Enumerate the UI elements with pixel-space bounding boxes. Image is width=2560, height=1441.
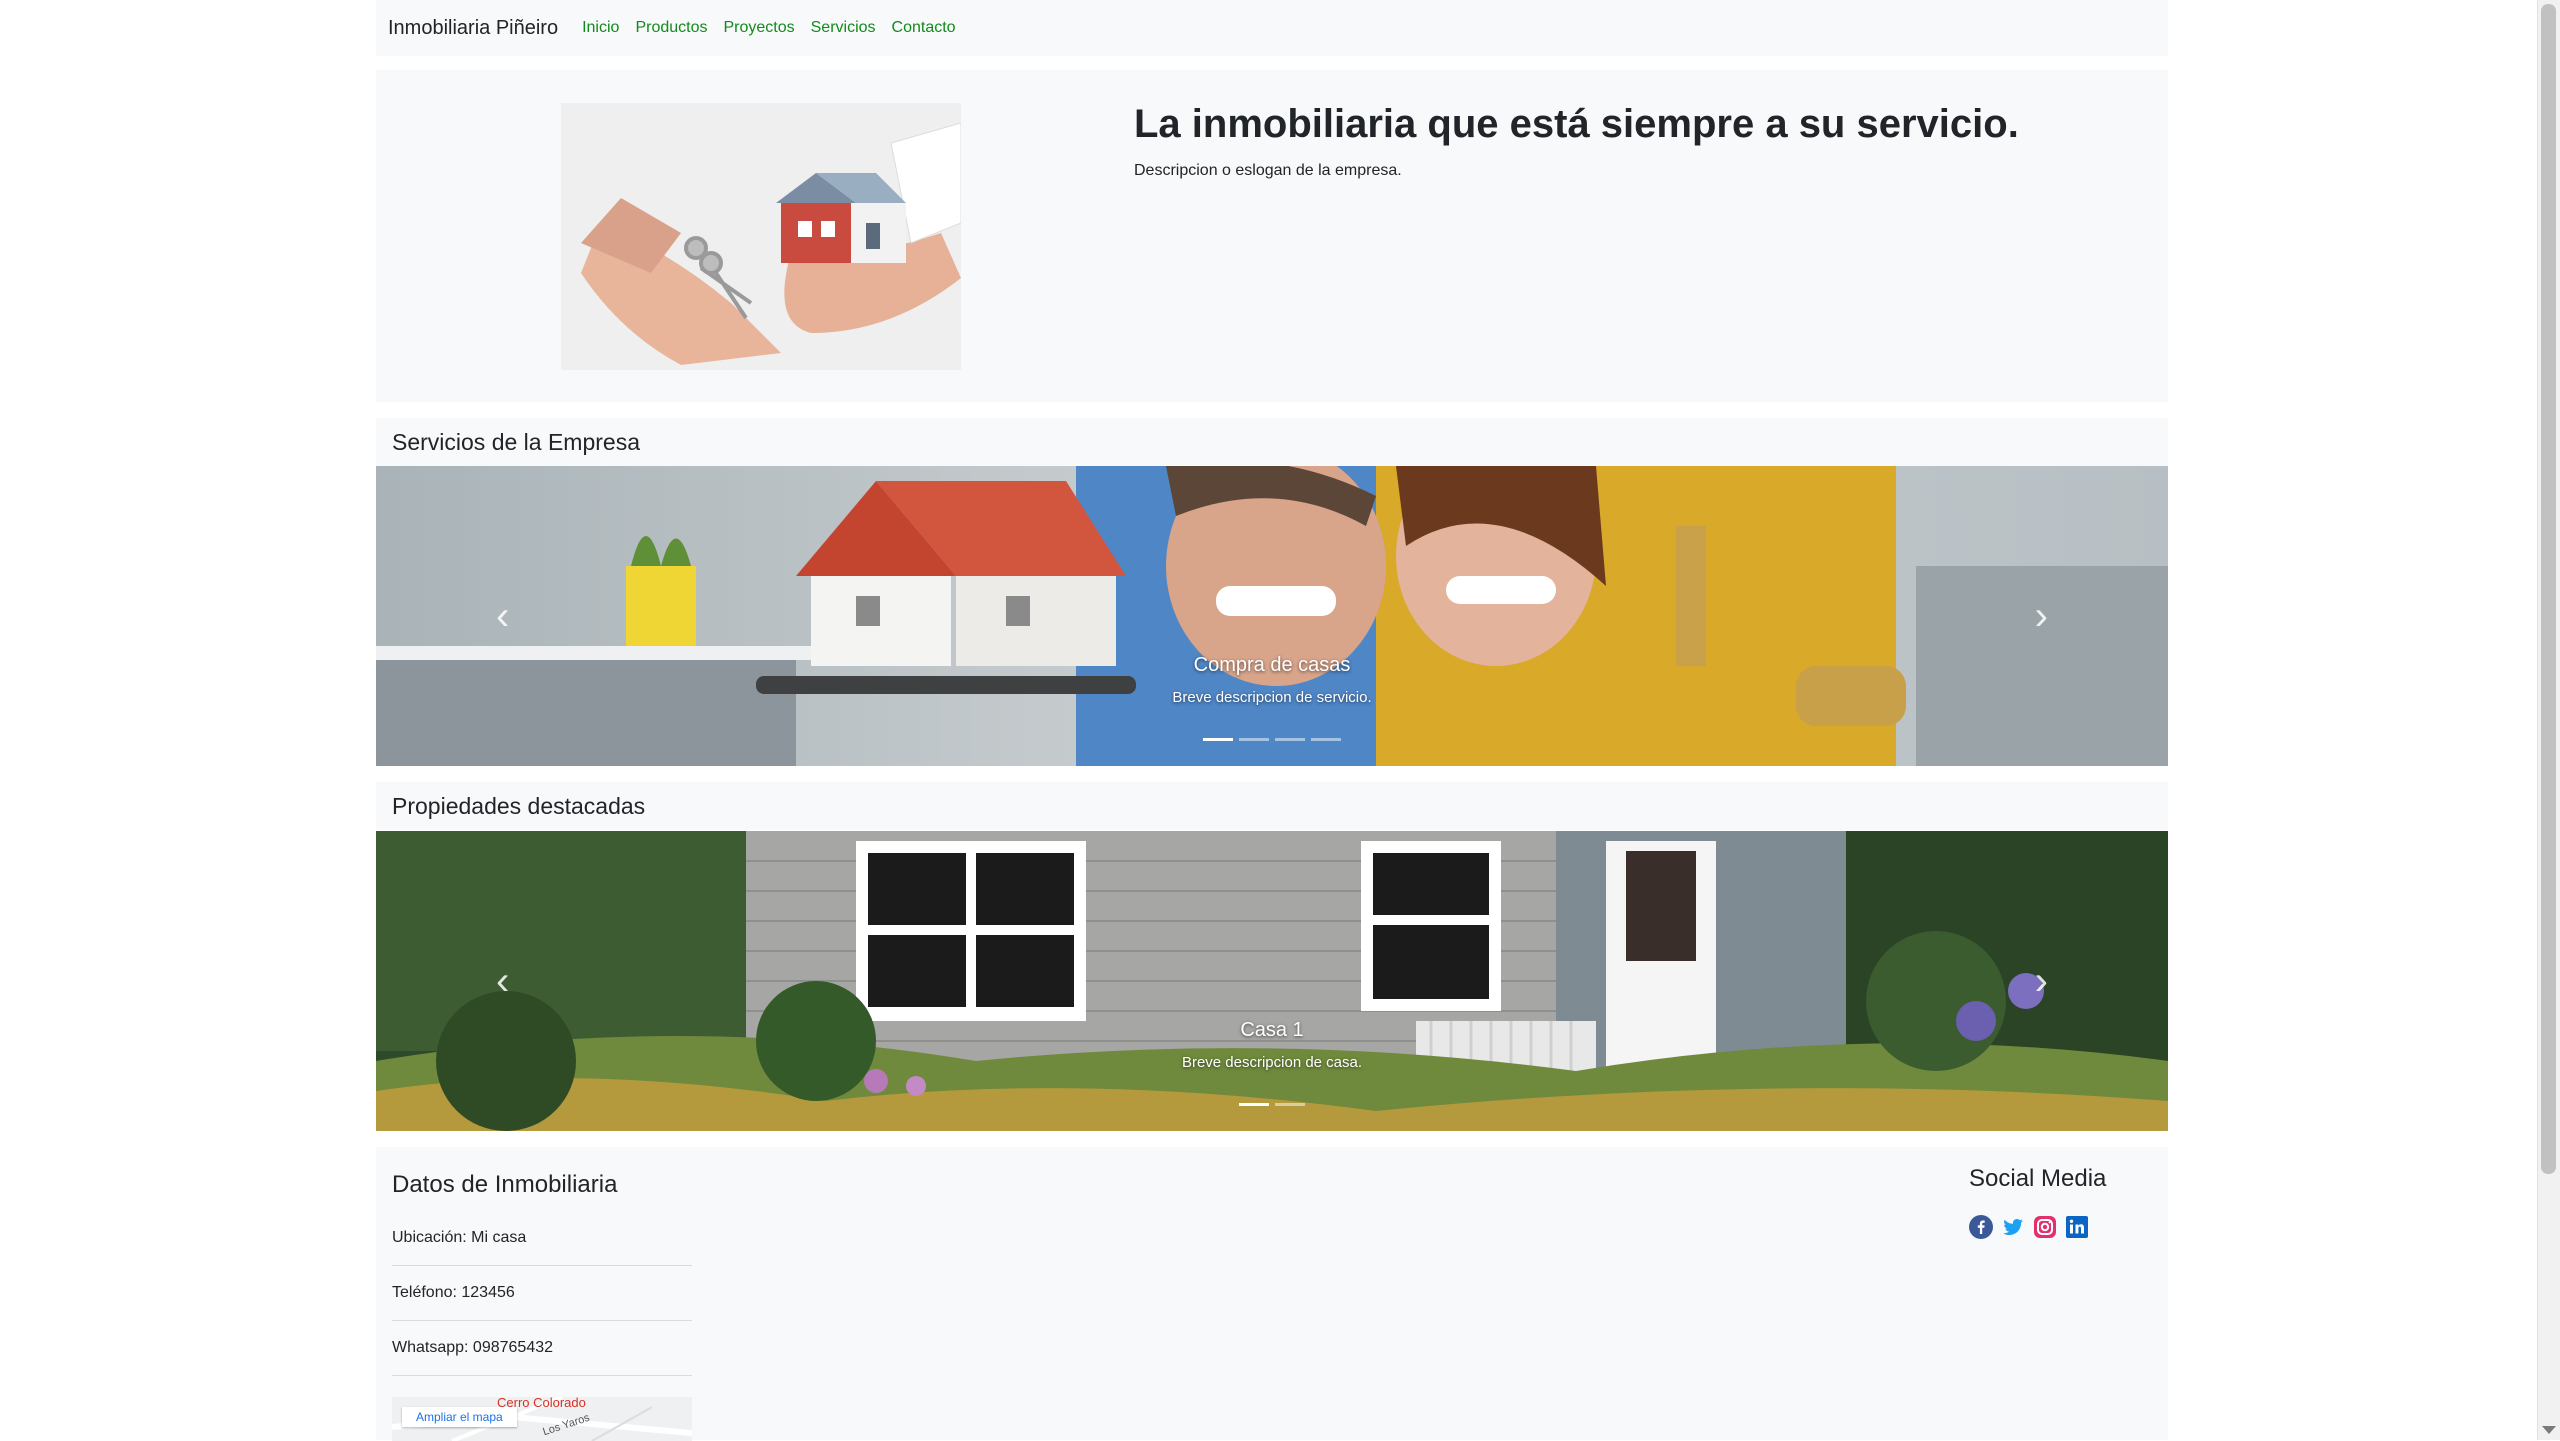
properties-next-control[interactable]: › — [2035, 961, 2048, 1001]
scroll-down-arrow-icon[interactable] — [2542, 1426, 2556, 1434]
properties-slide-title: Casa 1 — [1240, 1019, 1304, 1041]
properties-slide-image — [376, 831, 2168, 1131]
services-next-control[interactable]: › — [2035, 596, 2048, 636]
properties-heading: Propiedades destacadas — [392, 792, 646, 819]
services-indicators — [376, 738, 2168, 741]
services-carousel: ‹ › Compra de casas Breve descripcion de… — [376, 466, 2168, 766]
nav-link-proyectos[interactable]: Proyectos — [723, 19, 794, 37]
properties-prev-control[interactable]: ‹ — [496, 961, 509, 1001]
hero-image-hands-house-keys — [561, 103, 961, 370]
services-slide-image — [376, 466, 2168, 766]
services-caption: Compra de casas Breve descripcion de ser… — [376, 654, 2168, 706]
social-media-heading: Social Media — [1969, 1165, 2107, 1192]
services-indicator-4[interactable] — [1311, 738, 1341, 741]
nav-link-servicios[interactable]: Servicios — [811, 19, 876, 37]
hero-title: La inmobiliaria que está siempre a su se… — [1134, 102, 2019, 146]
nav-link-inicio[interactable]: Inicio — [582, 19, 619, 37]
properties-indicator-1[interactable] — [1239, 1103, 1269, 1106]
twitter-icon[interactable] — [2001, 1215, 2025, 1239]
properties-header: Propiedades destacadas — [376, 782, 2168, 830]
services-indicator-2[interactable] — [1239, 738, 1269, 741]
phone-text: Teléfono: 123456 — [392, 1284, 692, 1321]
social-icons — [1969, 1215, 2089, 1239]
hero-section: La inmobiliaria que está siempre a su se… — [376, 70, 2168, 402]
services-slide-description: Breve descripcion de servicio. — [1172, 689, 1372, 706]
nav-link-productos[interactable]: Productos — [635, 19, 707, 37]
properties-carousel: ‹ › Casa 1 Breve descripcion de casa. — [376, 831, 2168, 1131]
services-indicator-3[interactable] — [1275, 738, 1305, 741]
services-prev-control[interactable]: ‹ — [496, 596, 509, 636]
location-text: Ubicación: Mi casa — [392, 1229, 692, 1266]
properties-indicators — [376, 1103, 2168, 1106]
instagram-icon[interactable] — [2033, 1215, 2057, 1239]
properties-slide-description: Breve descripcion de casa. — [1181, 1054, 1363, 1071]
services-heading: Servicios de la Empresa — [392, 428, 640, 455]
page-scrollbar[interactable] — [2537, 0, 2560, 1440]
services-indicator-1[interactable] — [1203, 738, 1233, 741]
brand-name[interactable]: Inmobiliaria Piñeiro — [388, 17, 558, 40]
services-header: Servicios de la Empresa — [376, 418, 2168, 466]
whatsapp-text: Whatsapp: 098765432 — [392, 1339, 692, 1376]
navbar: Inmobiliaria Piñeiro Inicio Productos Pr… — [376, 0, 2168, 56]
linkedin-icon[interactable] — [2065, 1215, 2089, 1239]
company-info: Datos de Inmobiliaria Ubicación: Mi casa… — [392, 1171, 692, 1394]
nav-link-contacto[interactable]: Contacto — [892, 19, 956, 37]
map-embed[interactable]: Cerro Colorado Los Yaros Ampliar el mapa — [392, 1397, 692, 1441]
services-slide-title: Compra de casas — [1193, 654, 1351, 676]
hero-description: Descripcion o eslogan de la empresa. — [1134, 162, 1402, 179]
facebook-icon[interactable] — [1969, 1215, 1993, 1239]
enlarge-map-button[interactable]: Ampliar el mapa — [402, 1407, 517, 1427]
company-info-heading: Datos de Inmobiliaria — [392, 1171, 618, 1198]
footer: Datos de Inmobiliaria Ubicación: Mi casa… — [376, 1147, 2168, 1441]
properties-caption: Casa 1 Breve descripcion de casa. — [376, 1019, 2168, 1071]
properties-indicator-2[interactable] — [1275, 1103, 1305, 1106]
scrollbar-thumb[interactable] — [2541, 4, 2556, 1174]
